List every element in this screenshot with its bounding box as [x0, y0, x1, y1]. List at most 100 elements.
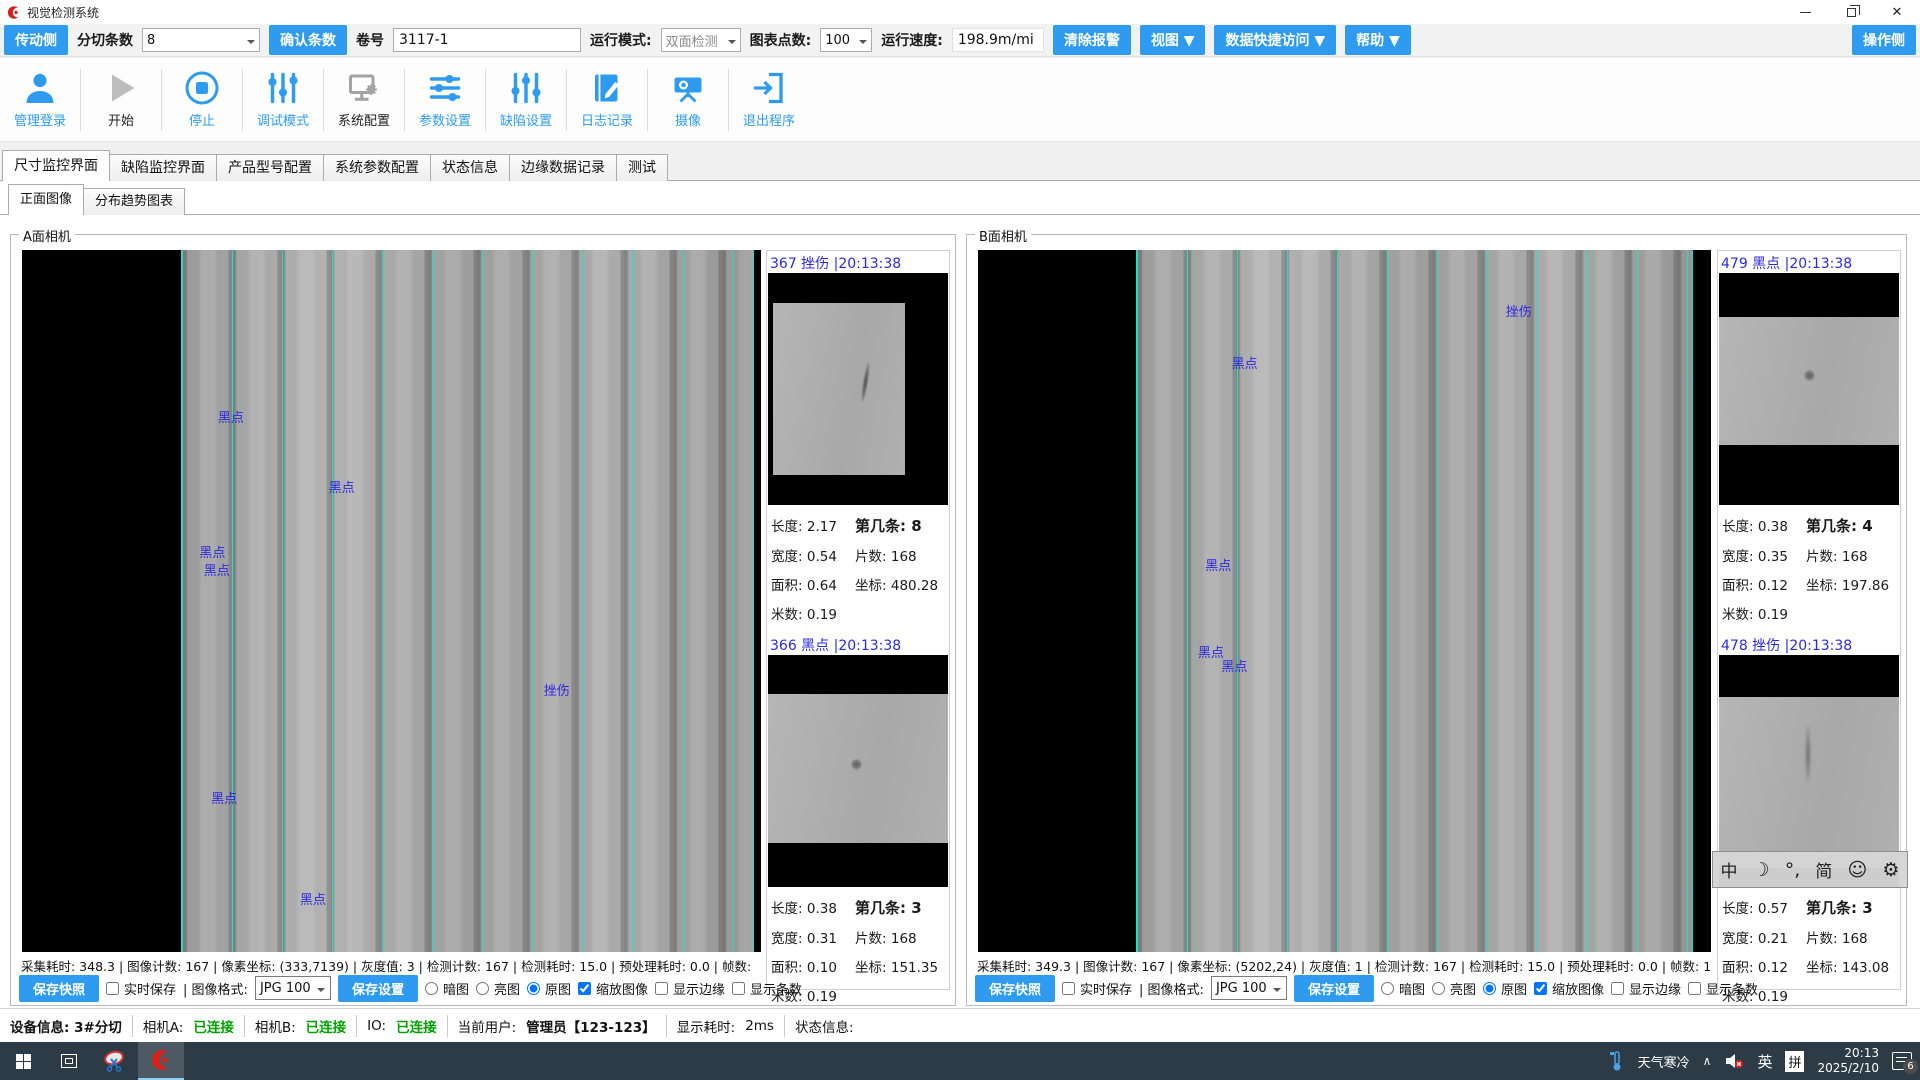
tab-size-monitor[interactable]: 尺寸监控界面	[2, 150, 110, 181]
task-view-button[interactable]	[46, 1042, 92, 1080]
monitor-gear-icon	[346, 70, 382, 106]
data-quick-access-menu-button[interactable]: 数据快捷访问 ▼	[1214, 25, 1336, 55]
action-center-icon[interactable]: 6	[1892, 1052, 1912, 1070]
save-snapshot-button[interactable]: 保存快照	[975, 975, 1055, 1002]
dark-image-radio[interactable]: 暗图	[425, 979, 469, 998]
debug-mode-button[interactable]: 调试模式	[251, 70, 315, 129]
subtab-front-image[interactable]: 正面图像	[8, 184, 84, 215]
clear-alarm-button[interactable]: 清除报警	[1053, 25, 1131, 55]
view-menu-button[interactable]: 视图 ▼	[1140, 25, 1206, 55]
run-mode-select[interactable]: 双面检测	[661, 28, 741, 52]
original-image-radio[interactable]: 原图	[527, 979, 571, 998]
save-settings-button[interactable]: 保存设置	[1294, 975, 1374, 1002]
chevron-down-icon	[247, 40, 255, 48]
emoji-icon[interactable]: ☺	[1847, 859, 1867, 881]
confirm-count-button[interactable]: 确认条数	[269, 25, 347, 55]
ime-mode-indicator[interactable]: 拼	[1785, 1051, 1804, 1072]
simplified-mode[interactable]: 简	[1815, 857, 1832, 882]
defect-card[interactable]: 478 挫伤 |20:13:38 长度: 0.57 第几条: 3 宽度: 0.2…	[1719, 635, 1899, 1005]
camera-a-status: 已连接	[193, 1016, 234, 1036]
stop-button[interactable]: 停止	[170, 70, 234, 129]
ime-toolbar[interactable]: 中 ☽ °, 简 ☺ ⚙	[1712, 851, 1908, 888]
tab-product-model-config[interactable]: 产品型号配置	[216, 154, 324, 181]
tab-edge-data-record[interactable]: 边缘数据记录	[509, 154, 617, 181]
bright-image-radio[interactable]: 亮图	[476, 979, 520, 998]
defect-card[interactable]: 366 黑点 |20:13:38 长度: 0.38 第几条: 3 宽度: 0.3…	[768, 635, 948, 1005]
show-strips-checkbox[interactable]: 显示条数	[1688, 979, 1758, 998]
bright-image-radio[interactable]: 亮图	[1432, 979, 1476, 998]
snipping-tool-icon	[102, 1048, 128, 1074]
parameter-settings-button[interactable]: 参数设置	[413, 70, 477, 129]
show-edge-checkbox[interactable]: 显示边缘	[1611, 979, 1681, 998]
drive-side-button[interactable]: 传动侧	[4, 25, 68, 55]
hidden-icons-chevron[interactable]: ∧	[1703, 1054, 1712, 1068]
realtime-save-checkbox[interactable]: 实时保存	[1062, 979, 1132, 998]
defect-label: 黑点	[1198, 642, 1224, 661]
weather-text[interactable]: 天气寒冷	[1638, 1052, 1690, 1071]
tab-system-param-config[interactable]: 系统参数配置	[323, 154, 431, 181]
defect-stats: 长度: 2.17 第几条: 8 宽度: 0.54 片数: 168 面积: 0.6…	[768, 505, 948, 623]
minimize-button[interactable]	[1782, 0, 1828, 24]
admin-login-button[interactable]: 管理登录	[8, 70, 72, 129]
camera-b-image[interactable]: 挫伤 黑点 黑点 黑点 黑点	[978, 250, 1711, 952]
thermometer-icon	[1609, 1050, 1625, 1072]
app-logo-icon	[6, 5, 21, 20]
image-format-select[interactable]: JPG 100	[1211, 976, 1287, 1000]
show-edge-checkbox[interactable]: 显示边缘	[655, 979, 725, 998]
help-menu-button[interactable]: 帮助 ▼	[1345, 25, 1411, 55]
tab-defect-monitor[interactable]: 缺陷监控界面	[109, 154, 217, 181]
start-button[interactable]: 开始	[89, 70, 153, 129]
defect-label: 黑点	[218, 407, 244, 426]
strip-material-view	[1136, 250, 1693, 952]
date-text: 2025/2/10	[1817, 1061, 1879, 1076]
language-indicator[interactable]: 英	[1757, 1051, 1772, 1072]
vision-app-taskbar-button[interactable]	[138, 1042, 184, 1080]
tab-status-info[interactable]: 状态信息	[430, 154, 510, 181]
defect-card[interactable]: 479 黑点 |20:13:38 长度: 0.38 第几条: 4 宽度: 0.3…	[1719, 253, 1899, 623]
sliders-vertical-icon	[265, 70, 301, 106]
snipping-tool-button[interactable]	[92, 1042, 138, 1080]
chart-points-label: 图表点数:	[750, 30, 812, 50]
chart-points-select[interactable]: 100	[820, 28, 872, 52]
roll-number-label: 卷号	[356, 30, 384, 50]
zoom-image-checkbox[interactable]: 缩放图像	[578, 979, 648, 998]
exit-program-button[interactable]: 退出程序	[737, 70, 801, 129]
original-image-radio[interactable]: 原图	[1483, 979, 1527, 998]
title-bar: 视觉检测系统 ✕	[0, 0, 1920, 24]
start-button[interactable]	[0, 1042, 46, 1080]
defect-card[interactable]: 367 挫伤 |20:13:38 长度: 2.17 第几条: 8 宽度: 0.5…	[768, 253, 948, 623]
moon-icon[interactable]: ☽	[1753, 859, 1770, 881]
zoom-image-checkbox[interactable]: 缩放图像	[1534, 979, 1604, 998]
defect-card-header: 367 挫伤 |20:13:38	[768, 253, 948, 273]
defect-settings-button[interactable]: 缺陷设置	[494, 70, 558, 129]
ime-lang-mode[interactable]: 中	[1721, 857, 1738, 882]
log-record-button[interactable]: 日志记录	[575, 70, 639, 129]
maximize-button[interactable]	[1828, 0, 1874, 24]
camera-a-image[interactable]: 黑点 黑点 黑点 黑点 挫伤 黑点 黑点	[22, 250, 761, 952]
punctuation-mode-icon[interactable]: °,	[1785, 859, 1801, 881]
roll-number-input[interactable]: 3117-1	[393, 28, 581, 52]
save-settings-button[interactable]: 保存设置	[338, 975, 418, 1002]
camera-capture-button[interactable]: 摄像	[656, 70, 720, 129]
device-info: 设备信息: 3#分切	[10, 1016, 122, 1036]
save-snapshot-button[interactable]: 保存快照	[19, 975, 99, 1002]
clock[interactable]: 20:13 2025/2/10	[1817, 1046, 1879, 1076]
defect-label: 黑点	[211, 788, 237, 807]
operator-side-button[interactable]: 操作侧	[1852, 25, 1916, 55]
subtab-distribution-chart[interactable]: 分布趋势图表	[83, 188, 185, 215]
tab-test[interactable]: 测试	[616, 154, 668, 181]
image-format-select[interactable]: JPG 100	[255, 976, 331, 1000]
display-time-value: 2ms	[745, 1018, 774, 1034]
slit-count-select[interactable]: 8	[142, 28, 260, 52]
gear-icon[interactable]: ⚙	[1882, 859, 1899, 881]
defect-card-header: 366 黑点 |20:13:38	[768, 635, 948, 655]
camera-a-title: A面相机	[19, 226, 75, 245]
volume-muted-icon[interactable]	[1724, 1053, 1744, 1069]
dark-image-radio[interactable]: 暗图	[1381, 979, 1425, 998]
slit-count-label: 分切条数	[77, 30, 133, 50]
realtime-save-checkbox[interactable]: 实时保存	[106, 979, 176, 998]
system-config-button[interactable]: 系统配置	[332, 70, 396, 129]
show-strips-checkbox[interactable]: 显示条数	[732, 979, 802, 998]
close-button[interactable]: ✕	[1874, 0, 1920, 24]
stop-icon	[184, 70, 220, 106]
